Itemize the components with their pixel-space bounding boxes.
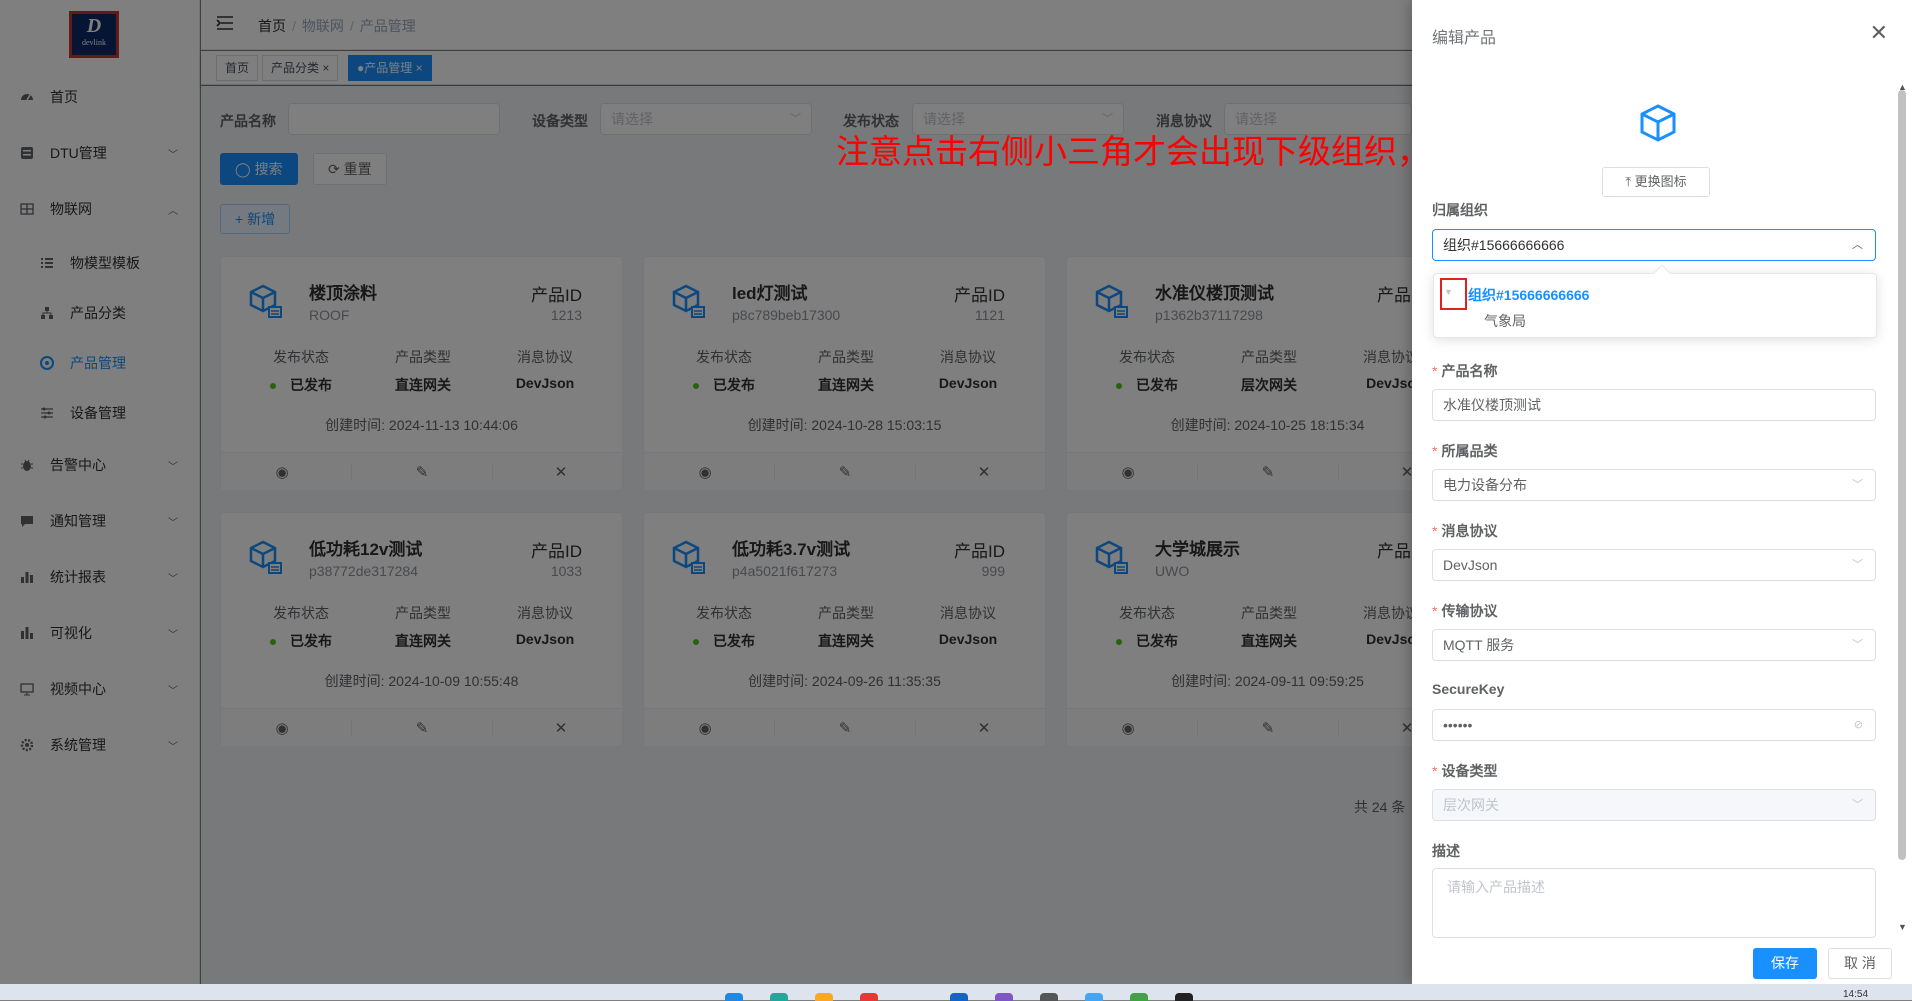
msg-protocol-label: * 消息协议 [1432,521,1497,541]
chevron-up-icon: ︿ [1852,239,1863,251]
product-cube-icon [1636,102,1680,146]
eye-off-icon[interactable]: ⊘ [1854,710,1863,740]
device-type-value: 层次网关 [1443,797,1499,813]
transport-label: * 传输协议 [1432,601,1497,621]
org-label: 归属组织 [1432,202,1488,218]
msg-protocol-select[interactable]: DevJson ﹀ [1432,549,1876,581]
save-button[interactable]: 保存 [1753,948,1817,979]
required-mark: * [1432,363,1438,379]
chevron-down-icon: ﹀ [1852,559,1863,571]
device-type-select: 层次网关 ﹀ [1432,789,1876,821]
drawer-title: 编辑产品 [1432,30,1497,47]
tree-node-root[interactable]: 组织#15666666666 [1468,285,1589,305]
upload-icon: ⤒ [1625,174,1635,189]
device-type-label-text: 设备类型 [1441,763,1498,779]
msg-protocol-value: DevJson [1443,557,1498,573]
category-select-value: 电力设备分布 [1443,477,1527,493]
transport-label-text: 传输协议 [1441,603,1498,619]
msg-protocol-label-text: 消息协议 [1441,523,1498,539]
description-label: 描述 [1432,843,1460,859]
transport-value: MQTT 服务 [1443,637,1515,653]
taskbar-clock: 14:54 [1843,989,1869,1000]
required-mark: * [1432,523,1438,539]
org-tree-dropdown: ▼ 组织#15666666666 气象局 [1433,264,1877,338]
tree-node-child[interactable]: 气象局 [1484,311,1526,331]
category-select[interactable]: 电力设备分布 ﹀ [1432,469,1876,501]
required-mark: * [1432,443,1438,459]
scroll-down-icon[interactable]: ▼ [1898,922,1907,932]
annotation-highlight-box [1440,278,1467,310]
drawer-scrollbar[interactable] [1898,90,1906,860]
chevron-down-icon: ﹀ [1852,799,1863,811]
org-select[interactable]: 组织#15666666666 ︿ [1432,229,1876,261]
product-name-label: * 产品名称 [1432,361,1497,381]
required-mark: * [1432,603,1438,619]
category-label-text: 所属品类 [1441,443,1498,459]
close-icon[interactable]: ✕ [1870,22,1888,44]
change-icon-label: 更换图标 [1634,174,1687,189]
org-select-value: 组织#15666666666 [1443,237,1565,253]
transport-select[interactable]: MQTT 服务 ﹀ [1432,629,1876,661]
description-textarea[interactable]: 请输入产品描述 [1432,868,1876,938]
product-name-input[interactable]: 水准仪楼顶测试 [1432,389,1876,421]
cancel-button[interactable]: 取 消 [1828,948,1892,979]
device-type-label: * 设备类型 [1432,761,1497,781]
category-label: * 所属品类 [1432,441,1497,461]
chevron-down-icon: ﹀ [1852,639,1863,651]
securekey-value: •••••• [1443,717,1473,733]
edit-product-drawer: 编辑产品 ✕ ⤒ 更换图标 归属组织 组织#15666666666 ︿ * 产品名称… [1412,0,1912,984]
chevron-down-icon: ﹀ [1852,479,1863,491]
required-mark: * [1432,763,1438,779]
product-name-label-text: 产品名称 [1441,363,1498,379]
securekey-input[interactable]: •••••• ⊘ [1432,709,1876,741]
change-icon-button[interactable]: ⤒ 更换图标 [1602,167,1710,197]
securekey-label: SecureKey [1432,681,1505,697]
